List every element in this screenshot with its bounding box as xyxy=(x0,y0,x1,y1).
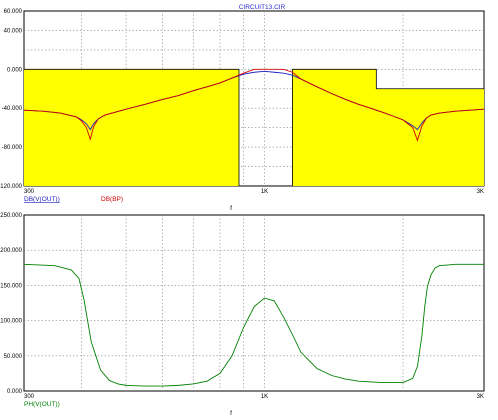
magnitude-plot: 60.00040.0000.000-40.000-80.000-120.000 … xyxy=(0,9,485,212)
y-tick-label: 0.000 xyxy=(7,389,23,395)
phase-plot-frame xyxy=(23,214,485,392)
y-tick-label: 60.000 xyxy=(4,9,23,15)
y-tick-label: 40.000 xyxy=(4,28,23,34)
legend-db-bp: DB(BP) xyxy=(101,196,123,203)
y-tick-label: -40.000 xyxy=(2,106,23,112)
magnitude-y-ticks: 60.000 40.000 0.000 -40.000 -80.000 -120.000 xyxy=(0,9,23,190)
window-title: CIRCUIT13.CIR xyxy=(239,4,286,11)
phase-x-ticks: 300 1K 3K xyxy=(24,394,484,400)
y-tick-label: 200.000 xyxy=(0,248,22,254)
magnitude-x-ticks: 300 1K 3K xyxy=(24,189,484,195)
y-tick-label: 250.000 xyxy=(0,213,22,219)
x-tick-label: 300 xyxy=(24,189,35,195)
phase-y-ticks: 250.000 200.000 150.000 100.000 50.000 0.000 xyxy=(0,213,22,395)
legend-ph-vout: PH(V(OUT)) xyxy=(24,401,60,408)
legend-db-vout: DB(V(OUT)) xyxy=(24,196,60,203)
y-tick-label: -80.000 xyxy=(2,145,23,151)
x-tick-label: 1K xyxy=(261,189,268,195)
phase-plot: 250.000200.000150.000100.00050.0000.000 … xyxy=(0,213,485,417)
y-tick-label: 100.000 xyxy=(0,319,22,325)
magnitude-x-label: f xyxy=(230,205,232,212)
x-tick-label: 3K xyxy=(477,189,484,195)
x-tick-label: 300 xyxy=(24,394,35,400)
y-tick-label: -120.000 xyxy=(0,184,23,190)
analysis-plot: CIRCUIT13.CIR 60.000 40.000 0.000 -40.000 -8… xyxy=(0,4,485,417)
y-tick-label: 50.000 xyxy=(4,354,23,360)
phase-x-label: f xyxy=(230,410,232,417)
y-tick-label: 0.000 xyxy=(7,67,23,73)
x-tick-label: 1K xyxy=(261,394,268,400)
x-tick-label: 3K xyxy=(477,394,484,400)
probe-window: CIRCUIT13.CIR 60.000 40.000 0.000 -40.000 -8… xyxy=(0,0,498,420)
y-tick-label: 150.000 xyxy=(0,283,22,289)
